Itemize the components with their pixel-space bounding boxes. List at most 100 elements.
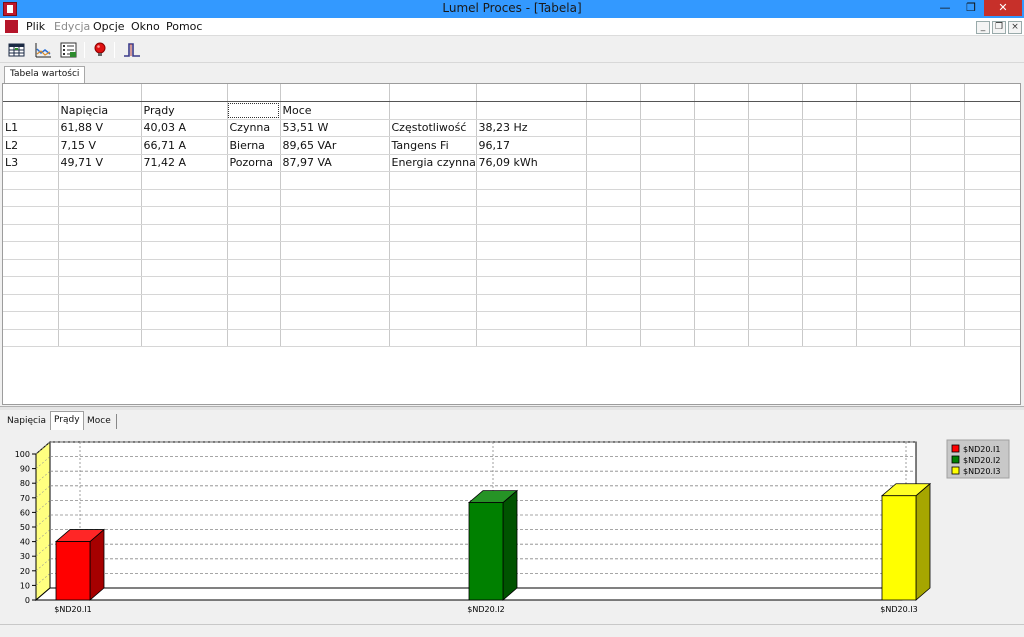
grid-cell[interactable] [280, 259, 390, 277]
grid-cell[interactable] [910, 276, 965, 295]
grid-cell[interactable] [389, 189, 477, 207]
grid-cell[interactable] [3, 241, 59, 260]
grid-header-cell[interactable] [389, 101, 477, 120]
grid-cell[interactable]: 66,71 A [141, 136, 228, 155]
grid-cell[interactable] [964, 329, 1020, 347]
mdi-close-button[interactable]: × [1008, 21, 1022, 34]
grid-cell[interactable] [694, 329, 749, 347]
grid-cell[interactable] [910, 294, 965, 312]
tab-napi-cia[interactable]: Napięcia [4, 413, 49, 430]
grid-cell[interactable] [640, 84, 695, 102]
grid-cell[interactable] [856, 206, 911, 225]
grid-cell[interactable] [964, 189, 1020, 207]
grid-cell[interactable] [141, 329, 228, 347]
grid-cell[interactable] [280, 329, 390, 347]
grid-cell[interactable]: L3 [3, 154, 59, 172]
grid-cell[interactable] [748, 84, 803, 102]
grid-cell[interactable] [748, 294, 803, 312]
grid-cell[interactable] [694, 119, 749, 137]
grid-cell[interactable]: L1 [3, 119, 59, 137]
grid-cell[interactable] [694, 259, 749, 277]
grid-cell[interactable]: 49,71 V [58, 154, 142, 172]
grid-cell[interactable] [694, 189, 749, 207]
grid-cell[interactable] [476, 329, 587, 347]
grid-cell[interactable] [964, 154, 1020, 172]
grid-cell[interactable] [227, 241, 281, 260]
grid-cell[interactable] [802, 259, 857, 277]
grid-cell[interactable] [856, 84, 911, 102]
grid-cell[interactable] [640, 171, 695, 190]
grid-cell[interactable] [227, 171, 281, 190]
grid-cell[interactable] [586, 154, 641, 172]
grid-cell[interactable] [227, 294, 281, 312]
grid-header-cell[interactable] [640, 101, 695, 120]
grid-cell[interactable] [964, 224, 1020, 242]
grid-cell[interactable] [586, 119, 641, 137]
grid-cell[interactable] [964, 171, 1020, 190]
grid-cell[interactable] [856, 294, 911, 312]
grid-cell[interactable] [58, 294, 142, 312]
grid-cell[interactable] [802, 329, 857, 347]
grid-cell[interactable] [227, 276, 281, 295]
grid-cell[interactable]: Bierna [227, 136, 281, 155]
grid-cell[interactable] [964, 259, 1020, 277]
grid-cell[interactable] [802, 154, 857, 172]
grid-cell[interactable] [476, 206, 587, 225]
grid-cell[interactable] [910, 206, 965, 225]
grid-cell[interactable] [389, 329, 477, 347]
grid-cell[interactable] [280, 276, 390, 295]
grid-cell[interactable] [964, 241, 1020, 260]
grid-cell[interactable] [586, 136, 641, 155]
grid-cell[interactable] [586, 259, 641, 277]
grid-cell[interactable] [586, 189, 641, 207]
signal-button[interactable] [122, 40, 142, 60]
grid-cell[interactable] [694, 171, 749, 190]
grid-cell[interactable] [748, 259, 803, 277]
grid-cell[interactable] [802, 84, 857, 102]
grid-cell[interactable] [476, 259, 587, 277]
grid-cell[interactable] [802, 311, 857, 330]
grid-cell[interactable] [586, 329, 641, 347]
grid-cell[interactable] [910, 171, 965, 190]
grid-cell[interactable] [964, 136, 1020, 155]
grid-cell[interactable] [964, 206, 1020, 225]
grid-cell[interactable] [586, 84, 641, 102]
grid-cell[interactable]: 76,09 kWh [476, 154, 587, 172]
menu-edycja[interactable]: Edycja [54, 20, 90, 33]
grid-cell[interactable] [694, 84, 749, 102]
grid-cell[interactable] [910, 224, 965, 242]
grid-cell[interactable] [389, 311, 477, 330]
grid-cell[interactable] [910, 189, 965, 207]
grid-cell[interactable] [58, 206, 142, 225]
grid-cell[interactable] [640, 154, 695, 172]
grid-cell[interactable] [802, 136, 857, 155]
grid-cell[interactable] [748, 276, 803, 295]
grid-cell[interactable] [3, 329, 59, 347]
grid-cell[interactable]: Częstotliwość [389, 119, 477, 137]
grid-cell[interactable] [694, 276, 749, 295]
grid-cell[interactable]: Tangens Fi [389, 136, 477, 155]
grid-cell[interactable] [389, 84, 477, 102]
values-grid[interactable]: Napięcia Prądy Moce L1 61,88 V 40,03 A Czynna 5… [2, 83, 1021, 405]
grid-cell[interactable] [856, 311, 911, 330]
grid-cell[interactable] [58, 224, 142, 242]
grid-cell[interactable] [476, 276, 587, 295]
grid-cell[interactable] [58, 311, 142, 330]
menu-plik[interactable]: Plik [26, 20, 45, 33]
grid-cell[interactable] [748, 311, 803, 330]
grid-cell[interactable] [802, 206, 857, 225]
grid-cell[interactable] [964, 276, 1020, 295]
grid-cell[interactable] [58, 329, 142, 347]
grid-cell[interactable] [3, 171, 59, 190]
restore-button[interactable]: ❐ [958, 0, 984, 16]
grid-cell[interactable] [280, 171, 390, 190]
grid-cell[interactable] [856, 154, 911, 172]
grid-header-cell[interactable] [227, 101, 281, 120]
grid-cell[interactable]: 71,42 A [141, 154, 228, 172]
minimize-button[interactable]: — [932, 0, 958, 16]
grid-cell[interactable] [58, 84, 142, 102]
grid-cell[interactable] [694, 224, 749, 242]
grid-header-cell[interactable] [748, 101, 803, 120]
grid-cell[interactable] [640, 294, 695, 312]
grid-cell[interactable] [227, 311, 281, 330]
